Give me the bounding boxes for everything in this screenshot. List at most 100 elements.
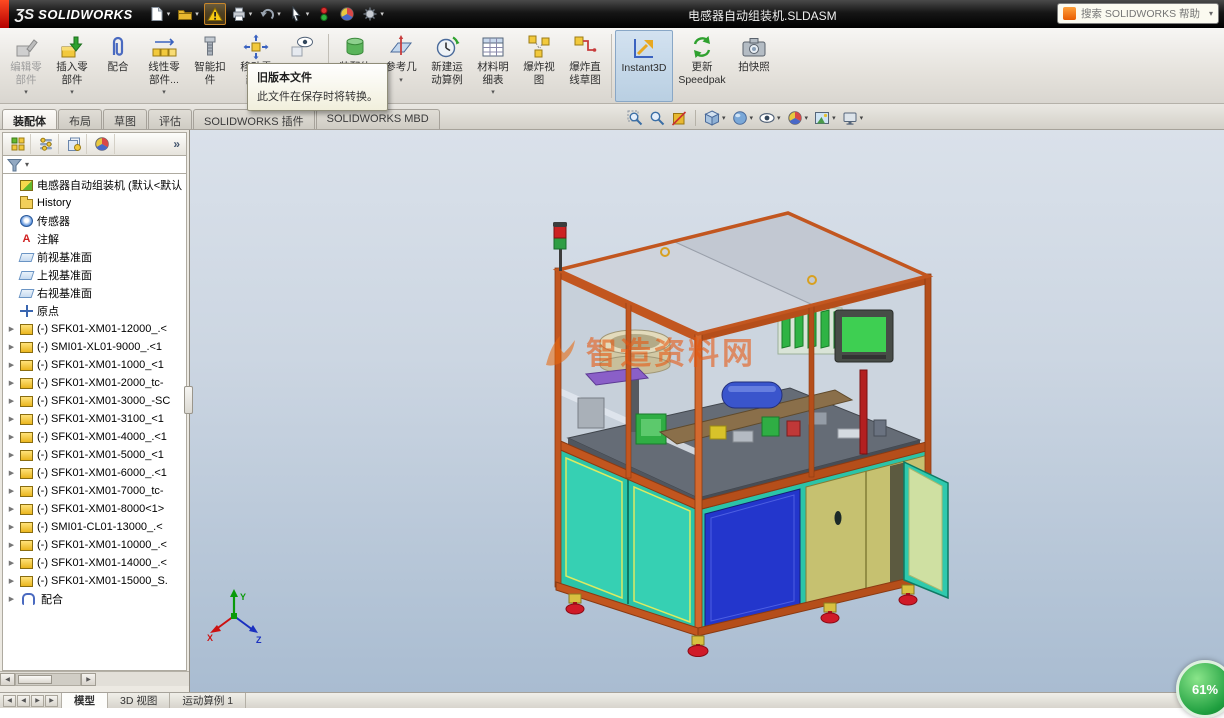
- expand-arrow-icon[interactable]: ▶: [7, 541, 16, 549]
- tab-assembly[interactable]: 装配体: [2, 109, 57, 129]
- expand-arrow-icon[interactable]: ▶: [7, 487, 16, 495]
- tab-scroll-right-button[interactable]: ▶: [31, 695, 44, 707]
- dropdown-arrow-icon[interactable]: ▾: [306, 10, 310, 18]
- dropdown-arrow-icon[interactable]: ▾: [249, 10, 253, 18]
- expand-arrow-icon[interactable]: ▶: [7, 325, 16, 333]
- tree-item-component[interactable]: ▶(-) SFK01-XM01-10000_.<: [3, 536, 186, 554]
- scroll-right-button[interactable]: ▶: [81, 673, 96, 686]
- undo-button[interactable]: ▾: [257, 4, 283, 24]
- dropdown-arrow-icon[interactable]: ▾: [380, 10, 384, 18]
- tree-root-assembly[interactable]: 电感器自动组装机 (默认<默认: [3, 176, 186, 194]
- edit-component-button[interactable]: 编辑零 部件 ▾: [3, 30, 49, 102]
- tree-item-component[interactable]: ▶(-) SFK01-XM01-12000_.<: [3, 320, 186, 338]
- expand-arrow-icon[interactable]: ▶: [7, 469, 16, 477]
- linear-component-pattern-button[interactable]: 线性零 部件... ▾: [141, 30, 187, 102]
- insert-components-button[interactable]: 插入零 部件 ▾: [49, 30, 95, 102]
- dropdown-arrow-icon[interactable]: ▾: [277, 10, 281, 18]
- expand-arrow-icon[interactable]: ▶: [7, 343, 16, 351]
- open-button[interactable]: ▾: [175, 4, 201, 24]
- tree-item-component[interactable]: ▶(-) SFK01-XM01-3000_-SC: [3, 392, 186, 410]
- display-style-button[interactable]: ▾: [731, 109, 755, 127]
- featuremanager-tree-tab[interactable]: [5, 134, 31, 154]
- tree-item-top-plane[interactable]: 上视基准面: [3, 266, 186, 284]
- open-cabinet-door[interactable]: [904, 462, 948, 598]
- expand-arrow-icon[interactable]: ▶: [7, 577, 16, 585]
- tab-sketch[interactable]: 草图: [103, 109, 147, 129]
- expand-arrow-icon[interactable]: ▶: [7, 361, 16, 369]
- dropdown-arrow-icon[interactable]: ▾: [722, 114, 726, 122]
- tree-item-right-plane[interactable]: 右视基准面: [3, 284, 186, 302]
- tab-scroll-last-button[interactable]: ▶: [45, 695, 58, 707]
- tree-item-component[interactable]: ▶(-) SFK01-XM01-5000_<1: [3, 446, 186, 464]
- tree-item-component[interactable]: ▶(-) SFK01-XM01-4000_.<1: [3, 428, 186, 446]
- hide-show-items-button[interactable]: ▾: [758, 109, 782, 127]
- expand-arrow-icon[interactable]: ▶: [7, 505, 16, 513]
- dropdown-arrow-icon[interactable]: ▾: [491, 88, 495, 96]
- zoom-to-fit-button[interactable]: [626, 109, 644, 127]
- tab-scroll-left-button[interactable]: ◀: [17, 695, 30, 707]
- scrollbar-thumb[interactable]: [18, 675, 52, 684]
- help-search-box[interactable]: ▾: [1057, 3, 1219, 24]
- graphics-viewport[interactable]: 智造资料网 Y X Z: [190, 130, 1224, 692]
- propertymanager-tab[interactable]: [33, 134, 59, 154]
- motion-study-tab[interactable]: 运动算例 1: [170, 693, 246, 708]
- tab-evaluate[interactable]: 评估: [148, 109, 192, 129]
- mate-button[interactable]: 配合: [95, 30, 141, 102]
- tree-item-front-plane[interactable]: 前视基准面: [3, 248, 186, 266]
- tree-item-component[interactable]: ▶(-) SFK01-XM01-8000<1>: [3, 500, 186, 518]
- expand-arrow-icon[interactable]: ▶: [7, 451, 16, 459]
- panel-splitter-grip[interactable]: [184, 386, 193, 414]
- search-input[interactable]: [1081, 8, 1204, 20]
- expand-arrow-icon[interactable]: ▶: [7, 397, 16, 405]
- new-document-button[interactable]: ▾: [147, 4, 173, 24]
- tree-item-sensors[interactable]: 传感器: [3, 212, 186, 230]
- panel-horizontal-scrollbar[interactable]: ◀ ▶: [0, 671, 189, 686]
- tree-item-annotations[interactable]: 注解: [3, 230, 186, 248]
- tree-filter-row[interactable]: ▾: [2, 156, 187, 174]
- dropdown-arrow-icon[interactable]: ▾: [24, 88, 28, 96]
- dropdown-arrow-icon[interactable]: ▾: [70, 88, 74, 96]
- expand-arrow-icon[interactable]: ▶: [7, 415, 16, 423]
- appearance-button[interactable]: [337, 4, 357, 24]
- configurationmanager-tab[interactable]: [61, 134, 87, 154]
- search-dropdown-arrow-icon[interactable]: ▾: [1209, 9, 1213, 18]
- tree-item-component[interactable]: ▶(-) SFK01-XM01-7000_tc-: [3, 482, 186, 500]
- solidworks-resources-icon[interactable]: [1063, 7, 1076, 20]
- tree-item-component[interactable]: ▶(-) SMI01-XL01-9000_.<1: [3, 338, 186, 356]
- print-button[interactable]: ▾: [229, 4, 255, 24]
- tree-item-origin[interactable]: 原点: [3, 302, 186, 320]
- dropdown-arrow-icon[interactable]: ▾: [860, 114, 864, 122]
- tree-item-component[interactable]: ▶(-) SFK01-XM01-6000_.<1: [3, 464, 186, 482]
- tree-item-component[interactable]: ▶(-) SFK01-XM01-15000_S.: [3, 572, 186, 590]
- tab-solidworks-addins[interactable]: SOLIDWORKS 插件: [193, 109, 315, 129]
- scrollbar-track[interactable]: [15, 673, 81, 686]
- model-tab[interactable]: 模型: [61, 693, 108, 708]
- view-orientation-button[interactable]: ▾: [703, 109, 727, 127]
- smart-fasteners-button[interactable]: 智能扣 件: [187, 30, 233, 102]
- section-view-button[interactable]: [670, 109, 688, 127]
- scroll-left-button[interactable]: ◀: [0, 673, 15, 686]
- apply-scene-button[interactable]: ▾: [813, 109, 837, 127]
- expand-arrow-icon[interactable]: ▶: [7, 523, 16, 531]
- tree-item-component[interactable]: ▶(-) SFK01-XM01-1000_<1: [3, 356, 186, 374]
- 3d-views-tab[interactable]: 3D 视图: [108, 693, 170, 708]
- tree-item-mates[interactable]: ▶配合: [3, 590, 186, 608]
- options-button[interactable]: ▾: [360, 4, 386, 24]
- view-settings-button[interactable]: ▾: [841, 109, 865, 127]
- signal-tower[interactable]: [553, 222, 567, 271]
- explode-line-sketch-button[interactable]: 爆炸直 线草图: [562, 30, 608, 102]
- panel-expand-chevron[interactable]: »: [169, 137, 184, 151]
- dropdown-arrow-icon[interactable]: ▾: [832, 114, 836, 122]
- dropdown-arrow-icon[interactable]: ▾: [805, 114, 809, 122]
- take-snapshot-button[interactable]: 拍快照: [731, 30, 777, 102]
- dropdown-arrow-icon[interactable]: ▾: [167, 10, 171, 18]
- dropdown-arrow-icon[interactable]: ▾: [195, 10, 199, 18]
- expand-arrow-icon[interactable]: ▶: [7, 433, 16, 441]
- old-version-indicator[interactable]: [204, 3, 226, 25]
- tree-item-component[interactable]: ▶(-) SFK01-XM01-2000_tc-: [3, 374, 186, 392]
- expand-arrow-icon[interactable]: ▶: [7, 559, 16, 567]
- expand-arrow-icon[interactable]: ▶: [7, 595, 16, 603]
- displaymanager-tab[interactable]: [89, 134, 115, 154]
- exploded-view-button[interactable]: 爆炸视 图: [516, 30, 562, 102]
- edit-appearance-button[interactable]: ▾: [786, 109, 810, 127]
